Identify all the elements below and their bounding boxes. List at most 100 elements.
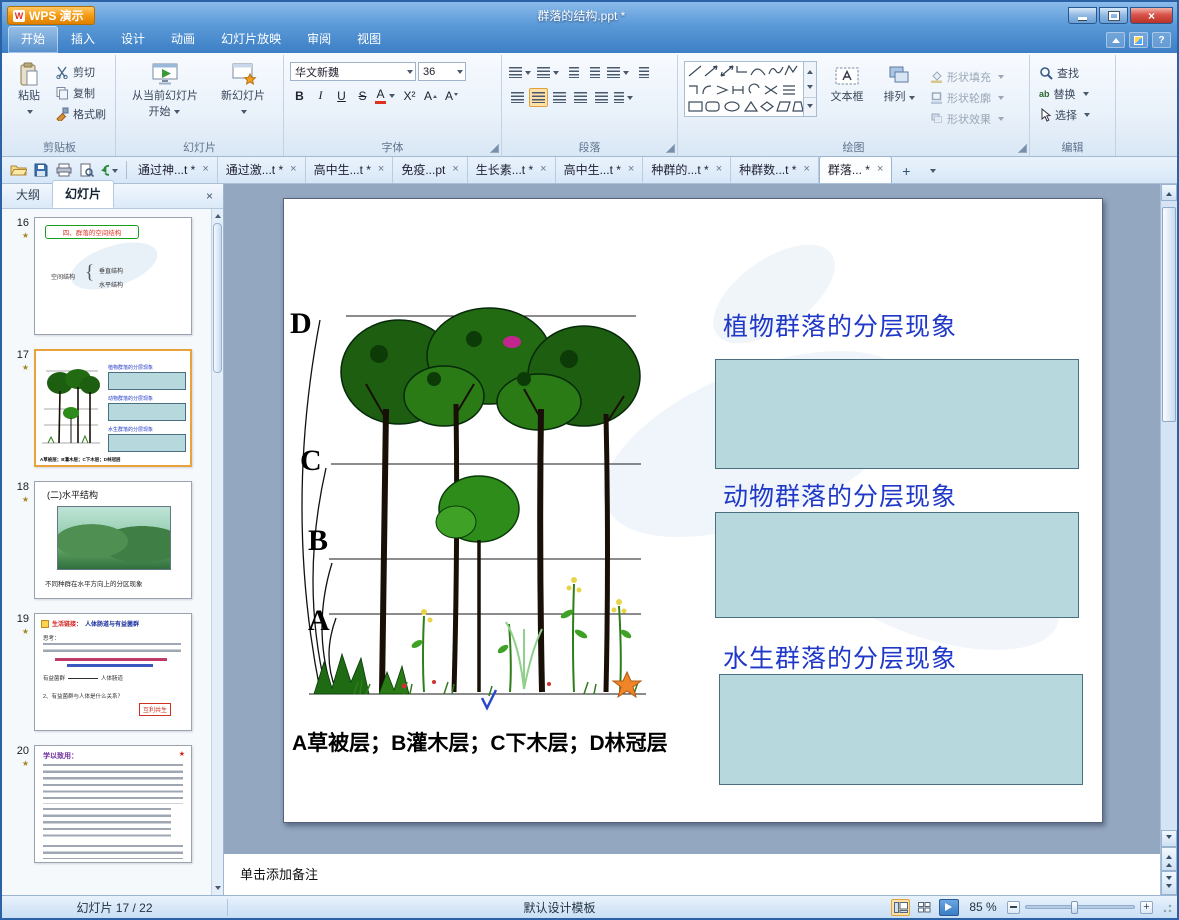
text-box-button[interactable]: 文本框 (821, 61, 873, 104)
palette-up-button[interactable] (804, 62, 816, 80)
document-tab[interactable]: 免疫...pt × (393, 157, 468, 183)
document-tab[interactable]: 生长素...t * × (468, 157, 556, 183)
slide-thumbnail-20[interactable]: 学以致用： ★ (34, 745, 192, 863)
italic-button[interactable]: I (311, 86, 330, 105)
font-dialog-launcher[interactable] (490, 144, 499, 153)
minimize-button[interactable] (1068, 7, 1097, 24)
notes-pane[interactable]: 单击添加备注 (224, 853, 1160, 895)
zoom-slider[interactable] (1025, 901, 1135, 914)
paste-button[interactable]: 粘贴 (10, 58, 48, 117)
save-button[interactable] (31, 161, 51, 179)
layer-label-a[interactable]: A (308, 604, 330, 638)
align-center-button[interactable] (529, 88, 548, 107)
document-tab[interactable]: 高中生...t * × (306, 157, 394, 183)
slide-heading-plant[interactable]: 植物群落的分层现象 (723, 307, 957, 343)
slide-heading-aquatic[interactable]: 水生群落的分层现象 (723, 639, 957, 675)
document-tab[interactable]: 种群数...t * × (731, 157, 819, 183)
answer-box-plant[interactable] (715, 359, 1079, 469)
strikethrough-button[interactable]: S (353, 86, 372, 105)
outline-tab[interactable]: 大纲 (4, 182, 52, 208)
panel-scrollbar[interactable] (211, 209, 223, 895)
shape-effects-button[interactable]: 形状效果 (927, 109, 1009, 128)
tab-close-icon[interactable]: × (540, 164, 546, 175)
ribbon-tab-design[interactable]: 设计 (108, 26, 158, 53)
select-button[interactable]: 选择 (1036, 105, 1109, 124)
undo-button[interactable] (100, 161, 120, 179)
next-slide-button[interactable] (1161, 871, 1177, 895)
open-button[interactable] (8, 161, 28, 179)
font-size-combo[interactable]: 36 (418, 62, 466, 81)
shape-fill-button[interactable]: 形状填充 (927, 67, 1009, 86)
close-button[interactable]: × (1130, 7, 1173, 24)
resize-grip[interactable] (1160, 900, 1173, 914)
print-preview-button[interactable] (77, 161, 97, 179)
scroll-down-button[interactable] (1161, 830, 1177, 847)
wps-app-button[interactable]: W WPS 演示 (7, 6, 95, 25)
replace-button[interactable]: ab 替换 (1036, 84, 1109, 103)
slide-thumbnail-18[interactable]: (二)水平结构 不同种群在水平方向上的分区现象 (34, 481, 192, 599)
tab-close-icon[interactable]: × (628, 164, 634, 175)
slide-heading-animal[interactable]: 动物群落的分层现象 (723, 477, 957, 513)
zoom-out-button[interactable] (1007, 900, 1020, 914)
cut-button[interactable]: 剪切 (52, 62, 109, 81)
answer-box-aquatic[interactable] (719, 674, 1083, 785)
arrange-button[interactable]: 排列 (877, 61, 923, 104)
help-button[interactable]: ? (1152, 32, 1171, 48)
underline-button[interactable]: U (332, 86, 351, 105)
slide-thumbnail-16[interactable]: 四、群落的空间结构 空间结构 { 垂直结构 水平结构 (34, 217, 192, 335)
panel-close-button[interactable]: × (198, 186, 221, 208)
ribbon-tab-slideshow[interactable]: 幻灯片放映 (208, 26, 294, 53)
panel-scroll-up-icon[interactable] (212, 209, 224, 220)
slides-tab[interactable]: 幻灯片 (52, 180, 115, 208)
print-button[interactable] (54, 161, 74, 179)
document-tab[interactable]: 种群的...t * × (643, 157, 732, 183)
answer-box-animal[interactable] (715, 512, 1079, 618)
from-current-slide-button[interactable]: 从当前幻灯片 开始 (122, 58, 208, 118)
tab-close-icon[interactable]: × (378, 164, 384, 175)
distribute-button[interactable] (592, 88, 611, 107)
shape-outline-button[interactable]: 形状轮廓 (927, 88, 1009, 107)
document-tab[interactable]: 高中生...t * × (556, 157, 644, 183)
maximize-button[interactable] (1099, 7, 1128, 24)
align-left-button[interactable] (508, 88, 527, 107)
scrollbar-thumb[interactable] (1162, 207, 1176, 422)
find-button[interactable]: 查找 (1036, 63, 1109, 82)
panel-scroll-thumb[interactable] (213, 223, 222, 373)
zoom-slider-thumb[interactable] (1071, 901, 1079, 914)
slideshow-button[interactable] (939, 898, 959, 916)
slide-sorter-view-button[interactable] (915, 899, 934, 916)
increase-indent-button[interactable] (585, 63, 604, 82)
shrink-font-button[interactable]: A (442, 86, 461, 105)
layer-label-d[interactable]: D (290, 307, 312, 341)
bullet-list-button[interactable] (508, 63, 534, 82)
new-slide-button[interactable]: 新幻灯片 (212, 58, 274, 117)
grow-font-button[interactable]: A (421, 86, 440, 105)
layer-label-b[interactable]: B (308, 524, 328, 558)
panel-scroll-down-icon[interactable] (212, 884, 224, 895)
slide-17-canvas[interactable]: D C B A A草被层；B灌木层；C下木层；D林冠层 植物群落的分层现象 动物… (283, 198, 1103, 823)
palette-more-button[interactable] (804, 97, 816, 116)
decrease-indent-button[interactable] (564, 63, 583, 82)
shapes-palette[interactable] (684, 61, 804, 117)
scrollbar-track[interactable] (1161, 201, 1177, 830)
tab-close-icon[interactable]: × (803, 164, 809, 175)
ribbon-tab-review[interactable]: 审阅 (294, 26, 344, 53)
line-spacing-button[interactable] (606, 63, 632, 82)
normal-view-button[interactable] (891, 898, 910, 916)
scroll-up-button[interactable] (1161, 184, 1177, 201)
collapse-ribbon-button[interactable] (1106, 32, 1125, 48)
forest-diagram[interactable] (284, 284, 714, 724)
ribbon-tab-home[interactable]: 开始 (8, 26, 59, 53)
layer-label-c[interactable]: C (300, 444, 322, 478)
ribbon-tab-view[interactable]: 视图 (344, 26, 394, 53)
tab-close-icon[interactable]: × (716, 164, 722, 175)
palette-down-button[interactable] (804, 80, 816, 98)
tab-close-icon[interactable]: × (290, 164, 296, 175)
previous-slide-button[interactable] (1161, 847, 1177, 871)
tab-list-button[interactable] (922, 161, 942, 180)
numbered-list-button[interactable] (536, 63, 562, 82)
paragraph-dialog-launcher[interactable] (666, 144, 675, 153)
columns-button[interactable] (613, 88, 636, 107)
ribbon-tab-insert[interactable]: 插入 (58, 26, 108, 53)
tab-close-icon[interactable]: × (877, 164, 883, 175)
